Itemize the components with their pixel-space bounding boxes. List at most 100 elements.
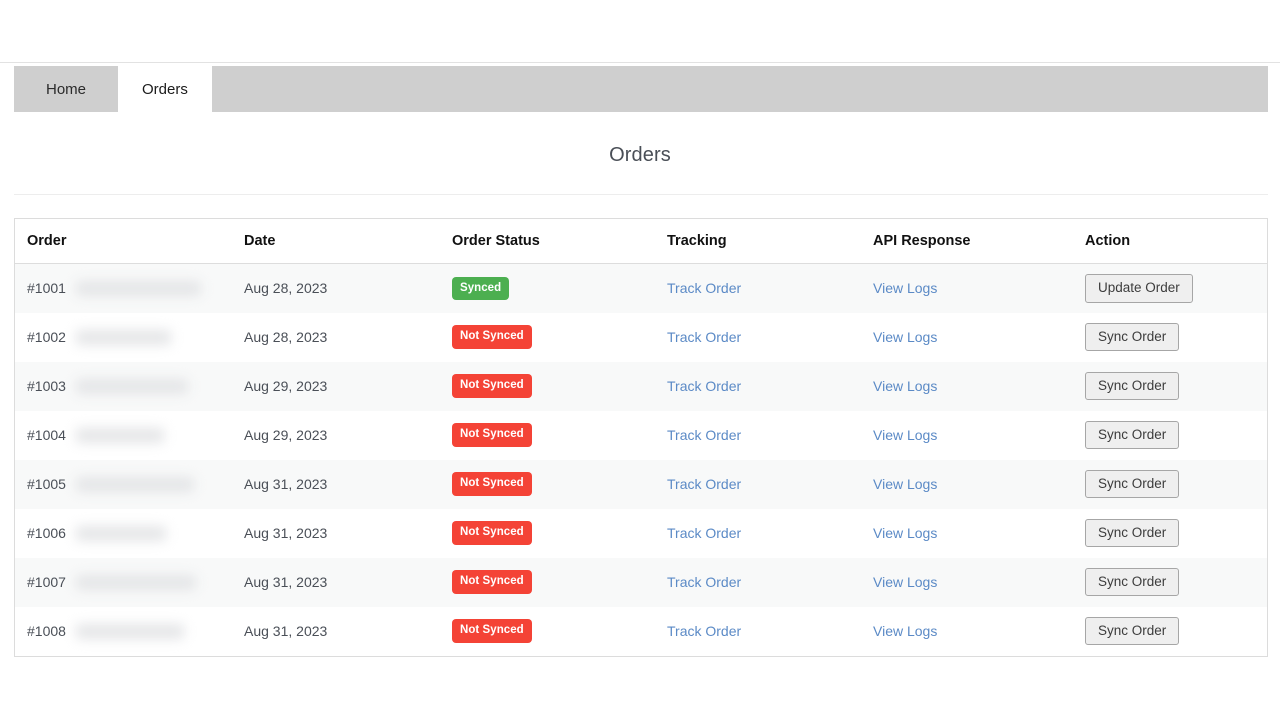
cell-order-status: Not Synced — [434, 362, 643, 411]
redacted-customer-name — [76, 526, 166, 541]
track-order-link[interactable]: Track Order — [667, 476, 741, 492]
cell-order: #1005 — [15, 460, 224, 509]
table-row: #1007 Aug 31, 2023 Not Synced Track Order Vi… — [15, 558, 1267, 607]
track-order-link[interactable]: Track Order — [667, 525, 741, 541]
redacted-customer-name — [76, 330, 171, 345]
cell-date: Aug 31, 2023 — [224, 558, 434, 607]
track-order-link[interactable]: Track Order — [667, 280, 741, 296]
tab-bar: Home Orders — [14, 66, 1268, 112]
cell-tracking: Track Order — [643, 411, 849, 460]
cell-order: #1002 — [15, 313, 224, 362]
status-badge: Not Synced — [452, 521, 532, 545]
status-badge: Not Synced — [452, 619, 532, 643]
sync-order-button[interactable]: Sync Order — [1085, 470, 1179, 499]
cell-order: #1004 — [15, 411, 224, 460]
view-logs-link[interactable]: View Logs — [873, 329, 937, 345]
cell-order-status: Not Synced — [434, 460, 643, 509]
view-logs-link[interactable]: View Logs — [873, 476, 937, 492]
cell-api-response: View Logs — [849, 313, 1059, 362]
order-date: Aug 29, 2023 — [244, 378, 327, 394]
sync-order-button[interactable]: Sync Order — [1085, 372, 1179, 401]
view-logs-link[interactable]: View Logs — [873, 427, 937, 443]
cell-tracking: Track Order — [643, 607, 849, 656]
view-logs-link[interactable]: View Logs — [873, 525, 937, 541]
cell-order-status: Not Synced — [434, 558, 643, 607]
order-id: #1002 — [27, 329, 66, 345]
table-row: #1006Aug 31, 2023Not SyncedTrack OrderVi… — [15, 509, 1267, 558]
redacted-customer-name — [76, 624, 184, 639]
table-row: #1001 Aug 28, 2023 Synced Track Order View L… — [15, 264, 1267, 313]
cell-action: Sync Order — [1059, 362, 1267, 411]
sync-order-button[interactable]: Sync Order — [1085, 421, 1179, 450]
cell-action: Sync Order — [1059, 607, 1267, 656]
cell-tracking: Track Order — [643, 362, 849, 411]
cell-action: Sync Order — [1059, 509, 1267, 558]
table-row: #1002 Aug 28, 2023 Not Synced Track Order Vi… — [15, 313, 1267, 362]
cell-api-response: View Logs — [849, 509, 1059, 558]
redacted-customer-name — [76, 428, 164, 443]
track-order-link[interactable]: Track Order — [667, 574, 741, 590]
cell-order: #1003 — [15, 362, 224, 411]
page-title: Orders — [0, 144, 1280, 167]
update-order-button[interactable]: Update Order — [1085, 274, 1193, 303]
cell-date: Aug 31, 2023 — [224, 607, 434, 656]
track-order-link[interactable]: Track Order — [667, 378, 741, 394]
status-badge: Not Synced — [452, 472, 532, 496]
cell-date: Aug 29, 2023 — [224, 411, 434, 460]
cell-order-status: Not Synced — [434, 411, 643, 460]
track-order-link[interactable]: Track Order — [667, 623, 741, 639]
cell-api-response: View Logs — [849, 607, 1059, 656]
cell-action: Sync Order — [1059, 411, 1267, 460]
column-header-tracking: Tracking — [643, 219, 849, 264]
sync-order-button[interactable]: Sync Order — [1085, 519, 1179, 548]
cell-order-status: Synced — [434, 264, 643, 313]
cell-order-status: Not Synced — [434, 607, 643, 656]
order-id: #1005 — [27, 476, 66, 492]
tab-orders[interactable]: Orders — [118, 66, 212, 112]
view-logs-link[interactable]: View Logs — [873, 378, 937, 394]
cell-date: Aug 28, 2023 — [224, 313, 434, 362]
cell-action: Sync Order — [1059, 558, 1267, 607]
orders-table-container: Order Date Order Status Tracking API Res… — [14, 218, 1268, 657]
cell-order-status: Not Synced — [434, 509, 643, 558]
cell-date: Aug 28, 2023 — [224, 264, 434, 313]
cell-api-response: View Logs — [849, 264, 1059, 313]
track-order-link[interactable]: Track Order — [667, 427, 741, 443]
tab-home-label: Home — [46, 82, 86, 97]
order-date: Aug 29, 2023 — [244, 427, 327, 443]
cell-date: Aug 31, 2023 — [224, 509, 434, 558]
cell-tracking: Track Order — [643, 460, 849, 509]
table-row: #1005 Aug 31, 2023 Not Synced Track Order Vi… — [15, 460, 1267, 509]
cell-order: #1001 — [15, 264, 224, 313]
cell-api-response: View Logs — [849, 460, 1059, 509]
cell-tracking: Track Order — [643, 264, 849, 313]
table-header-row: Order Date Order Status Tracking API Res… — [15, 219, 1267, 264]
table-row: #1004 Aug 29, 2023 Not Synced Track Order Vi… — [15, 411, 1267, 460]
view-logs-link[interactable]: View Logs — [873, 574, 937, 590]
order-id: #1008 — [27, 623, 66, 639]
cell-date: Aug 31, 2023 — [224, 460, 434, 509]
cell-date: Aug 29, 2023 — [224, 362, 434, 411]
order-date: Aug 28, 2023 — [244, 329, 327, 345]
order-date: Aug 31, 2023 — [244, 574, 327, 590]
cell-tracking: Track Order — [643, 509, 849, 558]
view-logs-link[interactable]: View Logs — [873, 280, 937, 296]
sync-order-button[interactable]: Sync Order — [1085, 568, 1179, 597]
cell-action: Sync Order — [1059, 313, 1267, 362]
track-order-link[interactable]: Track Order — [667, 329, 741, 345]
top-divider — [0, 62, 1280, 63]
tab-orders-label: Orders — [142, 82, 188, 97]
view-logs-link[interactable]: View Logs — [873, 623, 937, 639]
order-id: #1001 — [27, 280, 66, 296]
orders-table-head: Order Date Order Status Tracking API Res… — [15, 219, 1267, 264]
status-badge: Not Synced — [452, 374, 532, 398]
order-id: #1007 — [27, 574, 66, 590]
table-row: #1008 Aug 31, 2023 Not Synced Track Order Vi… — [15, 607, 1267, 656]
sync-order-button[interactable]: Sync Order — [1085, 617, 1179, 646]
cell-order-status: Not Synced — [434, 313, 643, 362]
sync-order-button[interactable]: Sync Order — [1085, 323, 1179, 352]
tab-home[interactable]: Home — [14, 66, 118, 112]
status-badge: Synced — [452, 277, 509, 301]
order-date: Aug 31, 2023 — [244, 476, 327, 492]
orders-table: Order Date Order Status Tracking API Res… — [15, 219, 1267, 656]
